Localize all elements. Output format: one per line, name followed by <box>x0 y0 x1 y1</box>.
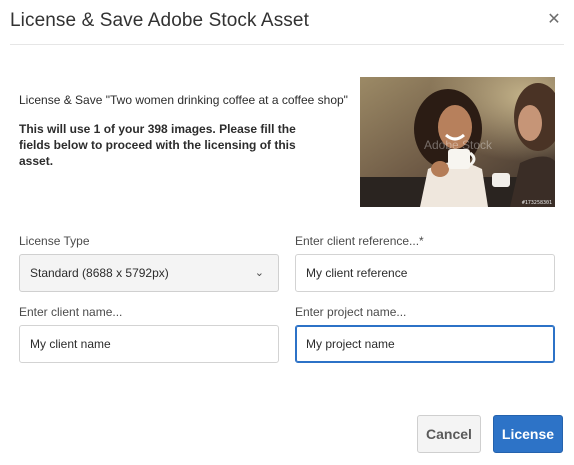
client-reference-label: Enter client reference...* <box>295 234 424 248</box>
license-type-select[interactable]: Standard (8688 x 5792px) ⌄ <box>19 254 279 292</box>
asset-photo: Adobe Stock <box>360 77 555 207</box>
license-button[interactable]: License <box>493 415 563 453</box>
header-divider <box>10 44 564 45</box>
chevron-down-icon: ⌄ <box>254 267 264 279</box>
project-name-field[interactable]: My project name <box>295 325 555 363</box>
usage-notice: This will use 1 of your 398 images. Plea… <box>19 122 296 168</box>
asset-thumbnail: Adobe Stock #173258301 <box>360 77 555 207</box>
project-name-value: My project name <box>306 337 395 351</box>
project-name-label: Enter project name... <box>295 305 407 319</box>
watermark-text: Adobe Stock <box>424 138 493 152</box>
license-type-value: Standard (8688 x 5792px) <box>30 266 169 280</box>
cancel-button[interactable]: Cancel <box>417 415 481 453</box>
close-icon[interactable]: ✕ <box>545 11 563 29</box>
license-type-label: License Type <box>19 234 90 248</box>
client-name-value: My client name <box>30 337 111 351</box>
client-name-field[interactable]: My client name <box>19 325 279 363</box>
dialog-title: License & Save Adobe Stock Asset <box>10 10 309 31</box>
stock-id: #173258301 <box>521 200 552 206</box>
client-reference-value: My client reference <box>306 266 408 280</box>
license-dialog: License & Save Adobe Stock Asset ✕ Licen… <box>0 0 574 465</box>
license-message: License & Save "Two women drinking coffe… <box>19 93 348 107</box>
client-name-label: Enter client name... <box>19 305 123 319</box>
client-reference-field[interactable]: My client reference <box>295 254 555 292</box>
